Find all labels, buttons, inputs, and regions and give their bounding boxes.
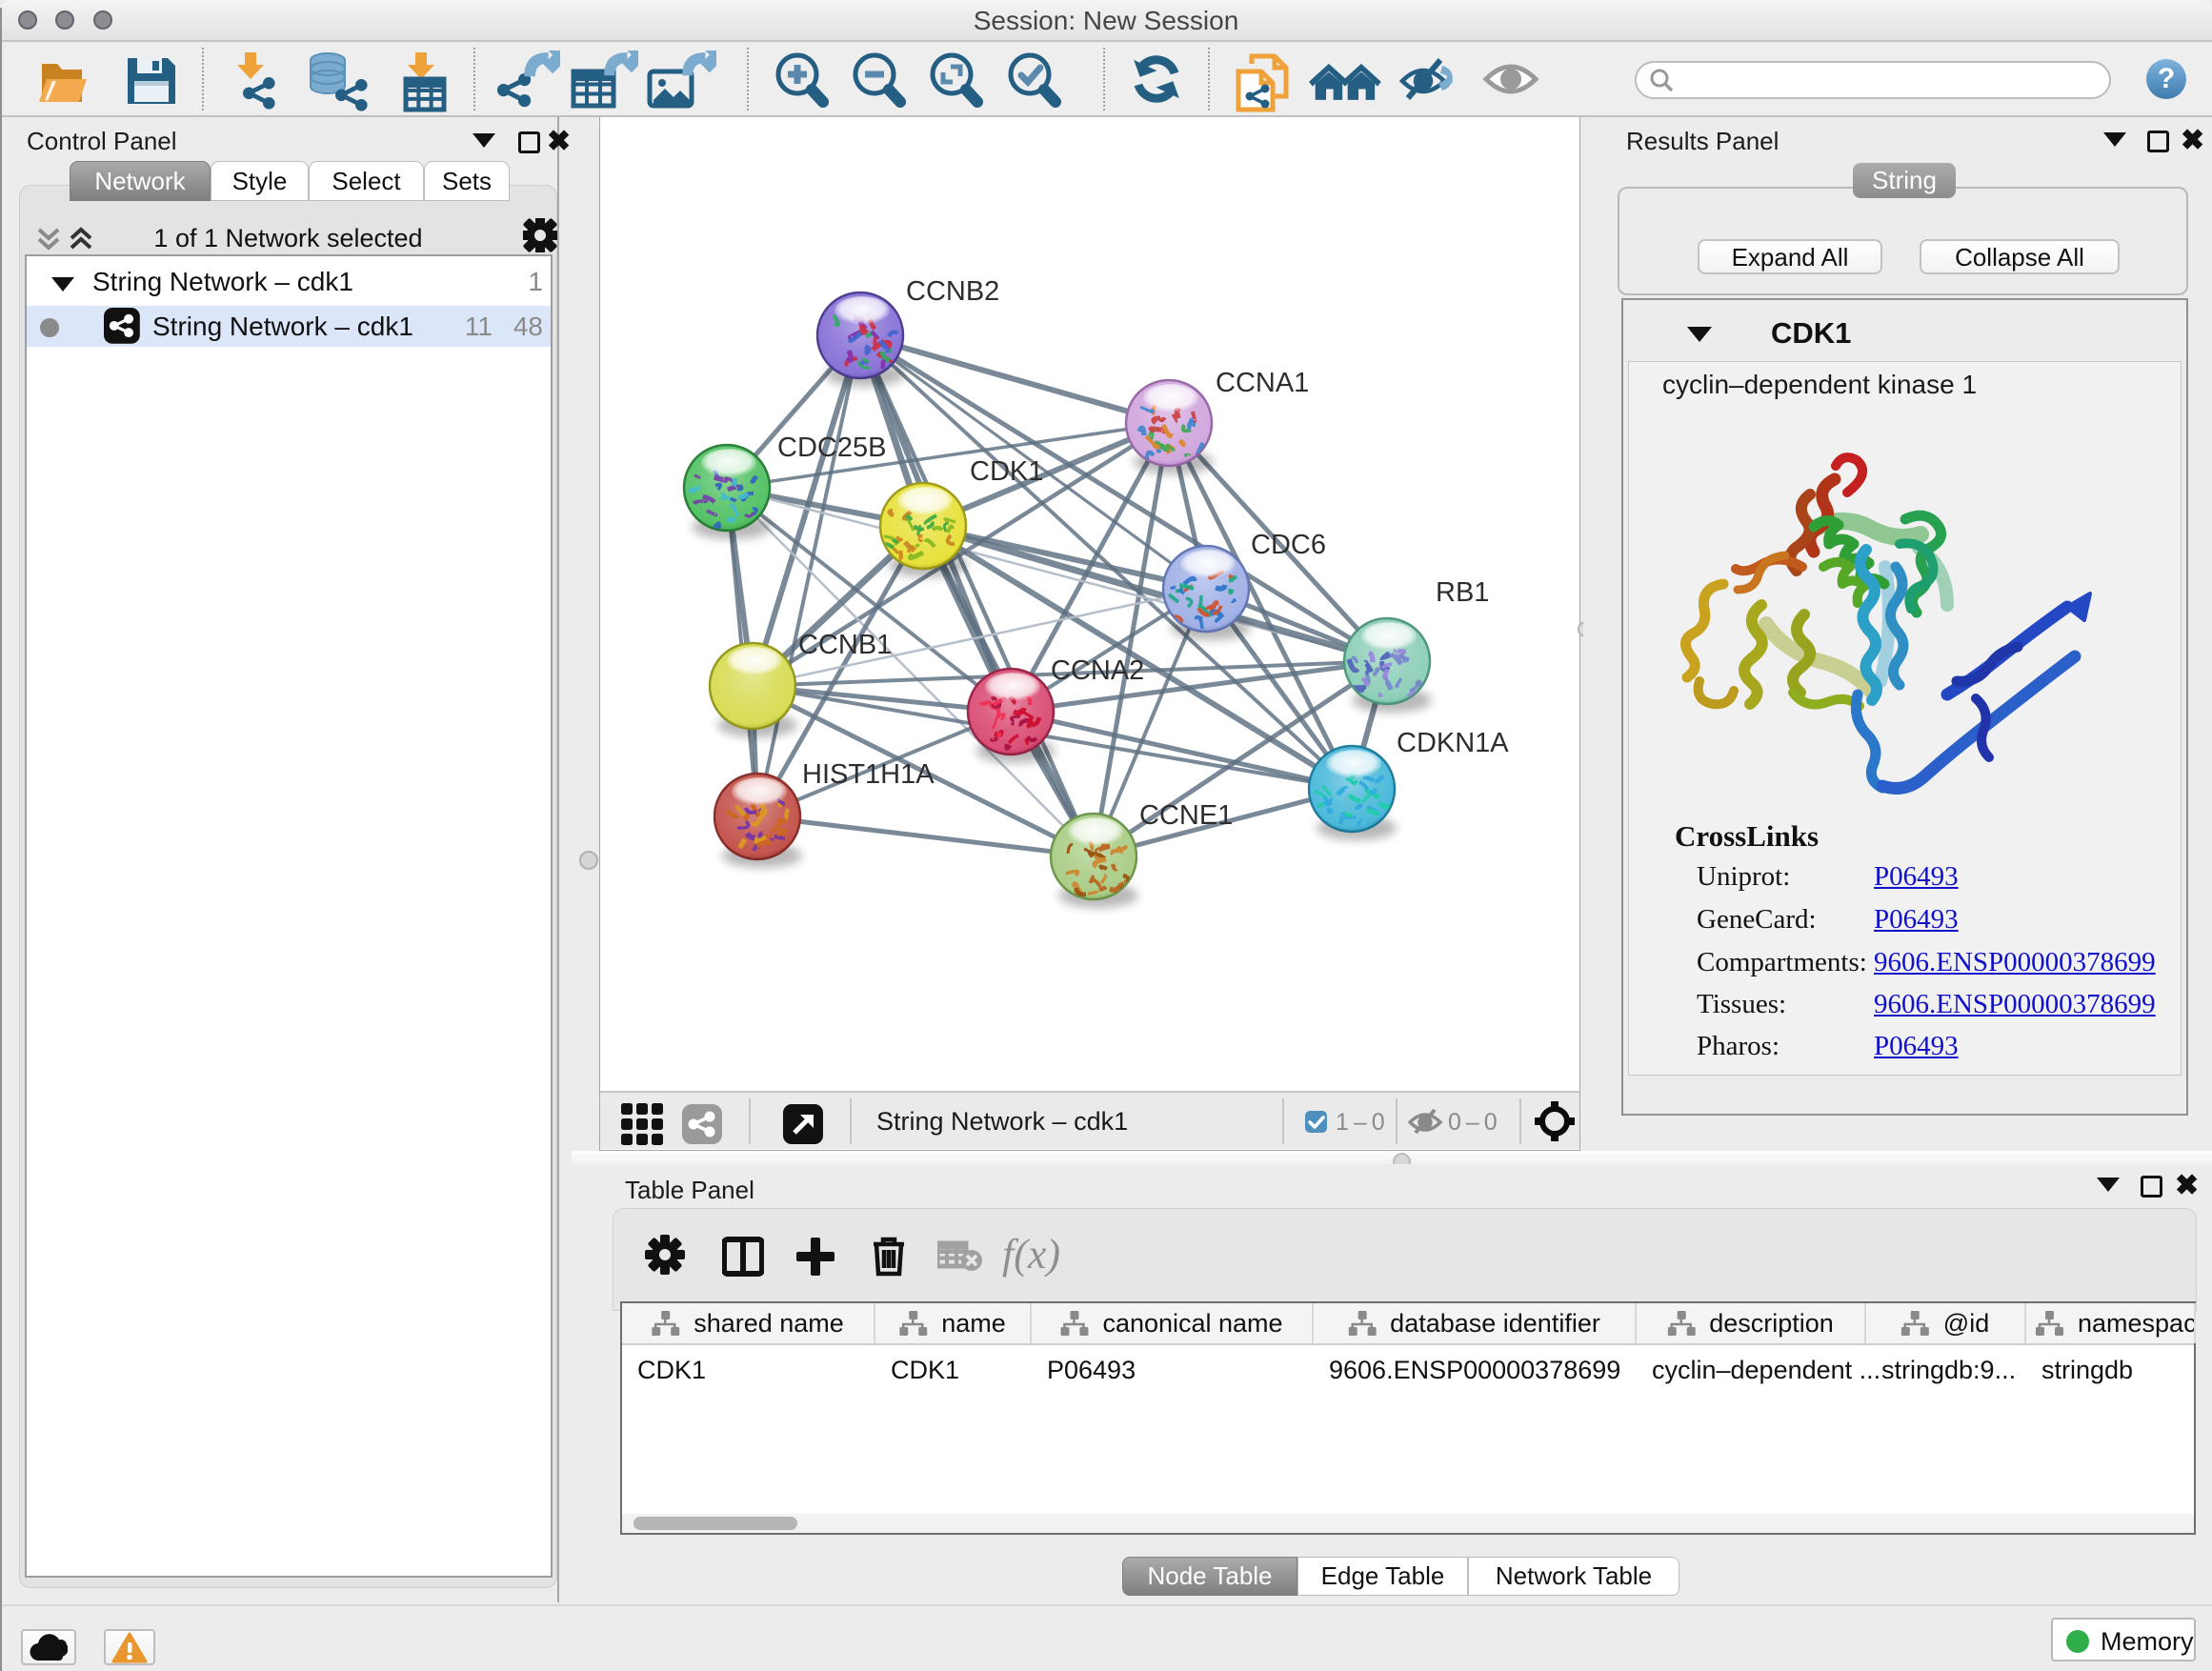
svg-text:CDC6: CDC6 xyxy=(1251,530,1326,560)
svg-text:CDC25B: CDC25B xyxy=(777,433,886,463)
svg-text:HIST1H1A: HIST1H1A xyxy=(802,759,935,790)
svg-text:CCNA2: CCNA2 xyxy=(1051,655,1144,686)
svg-text:CDKN1A: CDKN1A xyxy=(1397,728,1509,758)
svg-text:CCNB1: CCNB1 xyxy=(798,630,892,660)
svg-text:RB1: RB1 xyxy=(1436,577,1489,608)
svg-text:CDK1: CDK1 xyxy=(970,456,1043,487)
svg-text:CCNB2: CCNB2 xyxy=(906,276,999,307)
svg-text:?: ? xyxy=(2158,63,2175,94)
svg-text:CCNA1: CCNA1 xyxy=(1216,368,1309,398)
svg-text:CCNE1: CCNE1 xyxy=(1139,800,1233,831)
